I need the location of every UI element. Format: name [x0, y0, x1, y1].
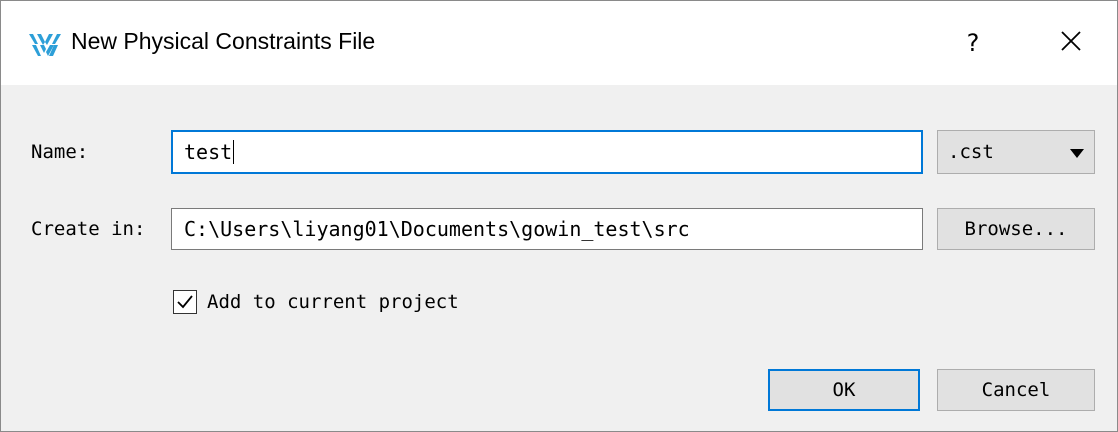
- create-in-input[interactable]: C:\Users\liyang01\Documents\gowin_test\s…: [171, 208, 923, 250]
- title-bar[interactable]: New Physical Constraints File ?: [1, 1, 1117, 85]
- ok-button[interactable]: OK: [768, 369, 920, 411]
- close-icon: [1060, 30, 1082, 57]
- text-caret: [233, 140, 235, 164]
- help-button[interactable]: ?: [951, 19, 995, 67]
- extension-select-value: .cst: [948, 141, 994, 163]
- create-in-input-value: C:\Users\liyang01\Documents\gowin_test\s…: [184, 217, 690, 241]
- add-to-project-label[interactable]: Add to current project: [207, 291, 459, 313]
- create-in-label: Create in:: [31, 218, 146, 240]
- add-to-project-checkbox[interactable]: [173, 290, 197, 314]
- dropdown-arrow-icon: [1070, 141, 1084, 163]
- new-physical-constraints-dialog: New Physical Constraints File ? Name: te…: [0, 0, 1118, 432]
- name-label: Name:: [31, 141, 89, 163]
- dialog-title: New Physical Constraints File: [71, 28, 376, 54]
- name-input[interactable]: test: [171, 130, 923, 174]
- browse-button[interactable]: Browse...: [937, 208, 1095, 250]
- name-input-value: test: [184, 140, 233, 164]
- cancel-button[interactable]: Cancel: [937, 369, 1095, 411]
- gowin-logo-icon: [28, 31, 62, 59]
- close-button[interactable]: [1047, 19, 1095, 67]
- extension-select[interactable]: .cst: [937, 130, 1095, 174]
- checkmark-icon: [177, 295, 193, 309]
